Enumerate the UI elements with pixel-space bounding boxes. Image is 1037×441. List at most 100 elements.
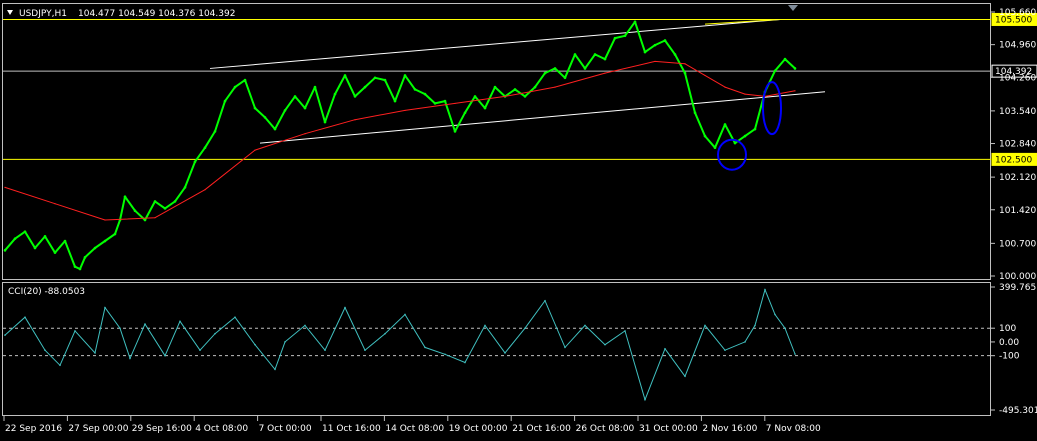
- price-point: [693, 111, 697, 115]
- x-tick-label: 7 Oct 00:00: [259, 424, 312, 434]
- x-tick-label: 7 Nov 08:00: [766, 424, 821, 434]
- cci-point: [404, 313, 406, 316]
- moving-average-point: [554, 86, 556, 88]
- price-point: [353, 95, 357, 98]
- price-point: [793, 67, 797, 70]
- price-point: [263, 116, 267, 119]
- price-point: [473, 95, 477, 98]
- price-point: [243, 78, 247, 82]
- price-point: [253, 106, 257, 110]
- y-tick-label: 103.540: [999, 107, 1036, 117]
- cci-point: [164, 354, 166, 357]
- cci-point: [44, 349, 46, 351]
- price-point: [433, 102, 437, 105]
- cci-point: [199, 349, 201, 351]
- moving-average-point: [204, 189, 206, 191]
- price-point: [663, 39, 667, 42]
- price-point: [153, 200, 157, 203]
- cci-point: [424, 346, 426, 349]
- cci-point: [444, 353, 446, 356]
- cci-point: [59, 364, 61, 367]
- y-tick-label: 101.420: [999, 206, 1036, 216]
- price-point: [383, 78, 387, 82]
- price-point: [83, 256, 87, 259]
- price-point: [133, 209, 137, 212]
- price-point: [213, 130, 217, 133]
- price-point: [683, 71, 687, 75]
- price-point: [203, 146, 207, 150]
- price-point: [783, 57, 787, 61]
- cci-point: [284, 341, 286, 343]
- price-point: [43, 235, 47, 238]
- x-tick-label: 31 Oct 00:00: [639, 424, 698, 434]
- price-point: [513, 88, 517, 91]
- x-tick-label: 22 Sep 2016: [5, 424, 62, 434]
- price-header-ohlc: 104.477 104.549 104.376 104.392: [78, 9, 235, 19]
- price-point: [13, 237, 17, 240]
- x-tick-label: 27 Sep 00:00: [68, 424, 128, 434]
- price-point: [703, 134, 707, 138]
- price-point: [173, 200, 177, 203]
- moving-average-point: [794, 90, 796, 92]
- chart-background: [0, 0, 1037, 441]
- price-point: [743, 134, 747, 138]
- y-tick-label: 104.260: [999, 73, 1036, 83]
- moving-average-point: [504, 95, 506, 98]
- cci-point: [179, 320, 181, 323]
- price-point: [303, 106, 307, 110]
- cci-point: [254, 343, 256, 346]
- moving-average-point: [104, 219, 106, 221]
- cci-point: [684, 375, 686, 378]
- price-point: [373, 76, 377, 80]
- price-point: [603, 57, 607, 61]
- price-point: [93, 246, 97, 250]
- cci-point: [344, 306, 346, 309]
- cci-point: [644, 398, 646, 401]
- cci-point: [484, 324, 486, 327]
- x-tick-label: 19 Oct 00:00: [449, 424, 508, 434]
- price-point: [753, 127, 757, 131]
- cci-point: [324, 349, 326, 351]
- price-point: [123, 195, 127, 199]
- price-point: [33, 246, 37, 250]
- price-point: [273, 127, 277, 131]
- moving-average-point: [254, 149, 256, 151]
- cci-point: [24, 316, 26, 319]
- moving-average-point: [454, 102, 456, 105]
- y-tick-label: 104.960: [999, 41, 1036, 51]
- price-point: [553, 67, 557, 70]
- price-point: [343, 74, 347, 77]
- moving-average-point: [304, 133, 306, 135]
- price-point: [613, 36, 617, 40]
- cci-point: [544, 299, 546, 302]
- y-tick-label: 100.700: [999, 239, 1036, 249]
- cci-tick-label: -495.3011: [999, 406, 1037, 416]
- moving-average-point: [654, 60, 656, 63]
- y-tick-label: 102.840: [999, 140, 1036, 150]
- price-point: [573, 53, 577, 56]
- trading-chart[interactable]: USDJPY,H1 104.477 104.549 104.376 104.39…: [0, 0, 1037, 441]
- cci-tick-label: 399.7651: [999, 283, 1037, 293]
- cci-point: [4, 334, 6, 336]
- price-point: [493, 85, 497, 89]
- price-point: [773, 69, 777, 73]
- price-point: [483, 106, 487, 110]
- cci-tick-label: 0.00: [999, 338, 1019, 348]
- price-point: [593, 53, 597, 56]
- cci-point: [724, 349, 726, 351]
- price-point: [653, 43, 657, 47]
- price-point: [73, 265, 77, 268]
- price-point: [633, 20, 637, 24]
- price-point: [333, 92, 337, 96]
- price-point: [313, 85, 317, 89]
- cci-point: [214, 332, 216, 335]
- cci-point: [764, 288, 766, 291]
- level-price-label: 102.500: [995, 155, 1032, 165]
- cci-point: [144, 323, 146, 325]
- cci-point: [784, 327, 786, 329]
- moving-average-point: [404, 109, 406, 112]
- cci-point: [364, 349, 366, 351]
- cci-point: [129, 357, 131, 360]
- price-point: [463, 111, 467, 115]
- price-point: [78, 267, 82, 271]
